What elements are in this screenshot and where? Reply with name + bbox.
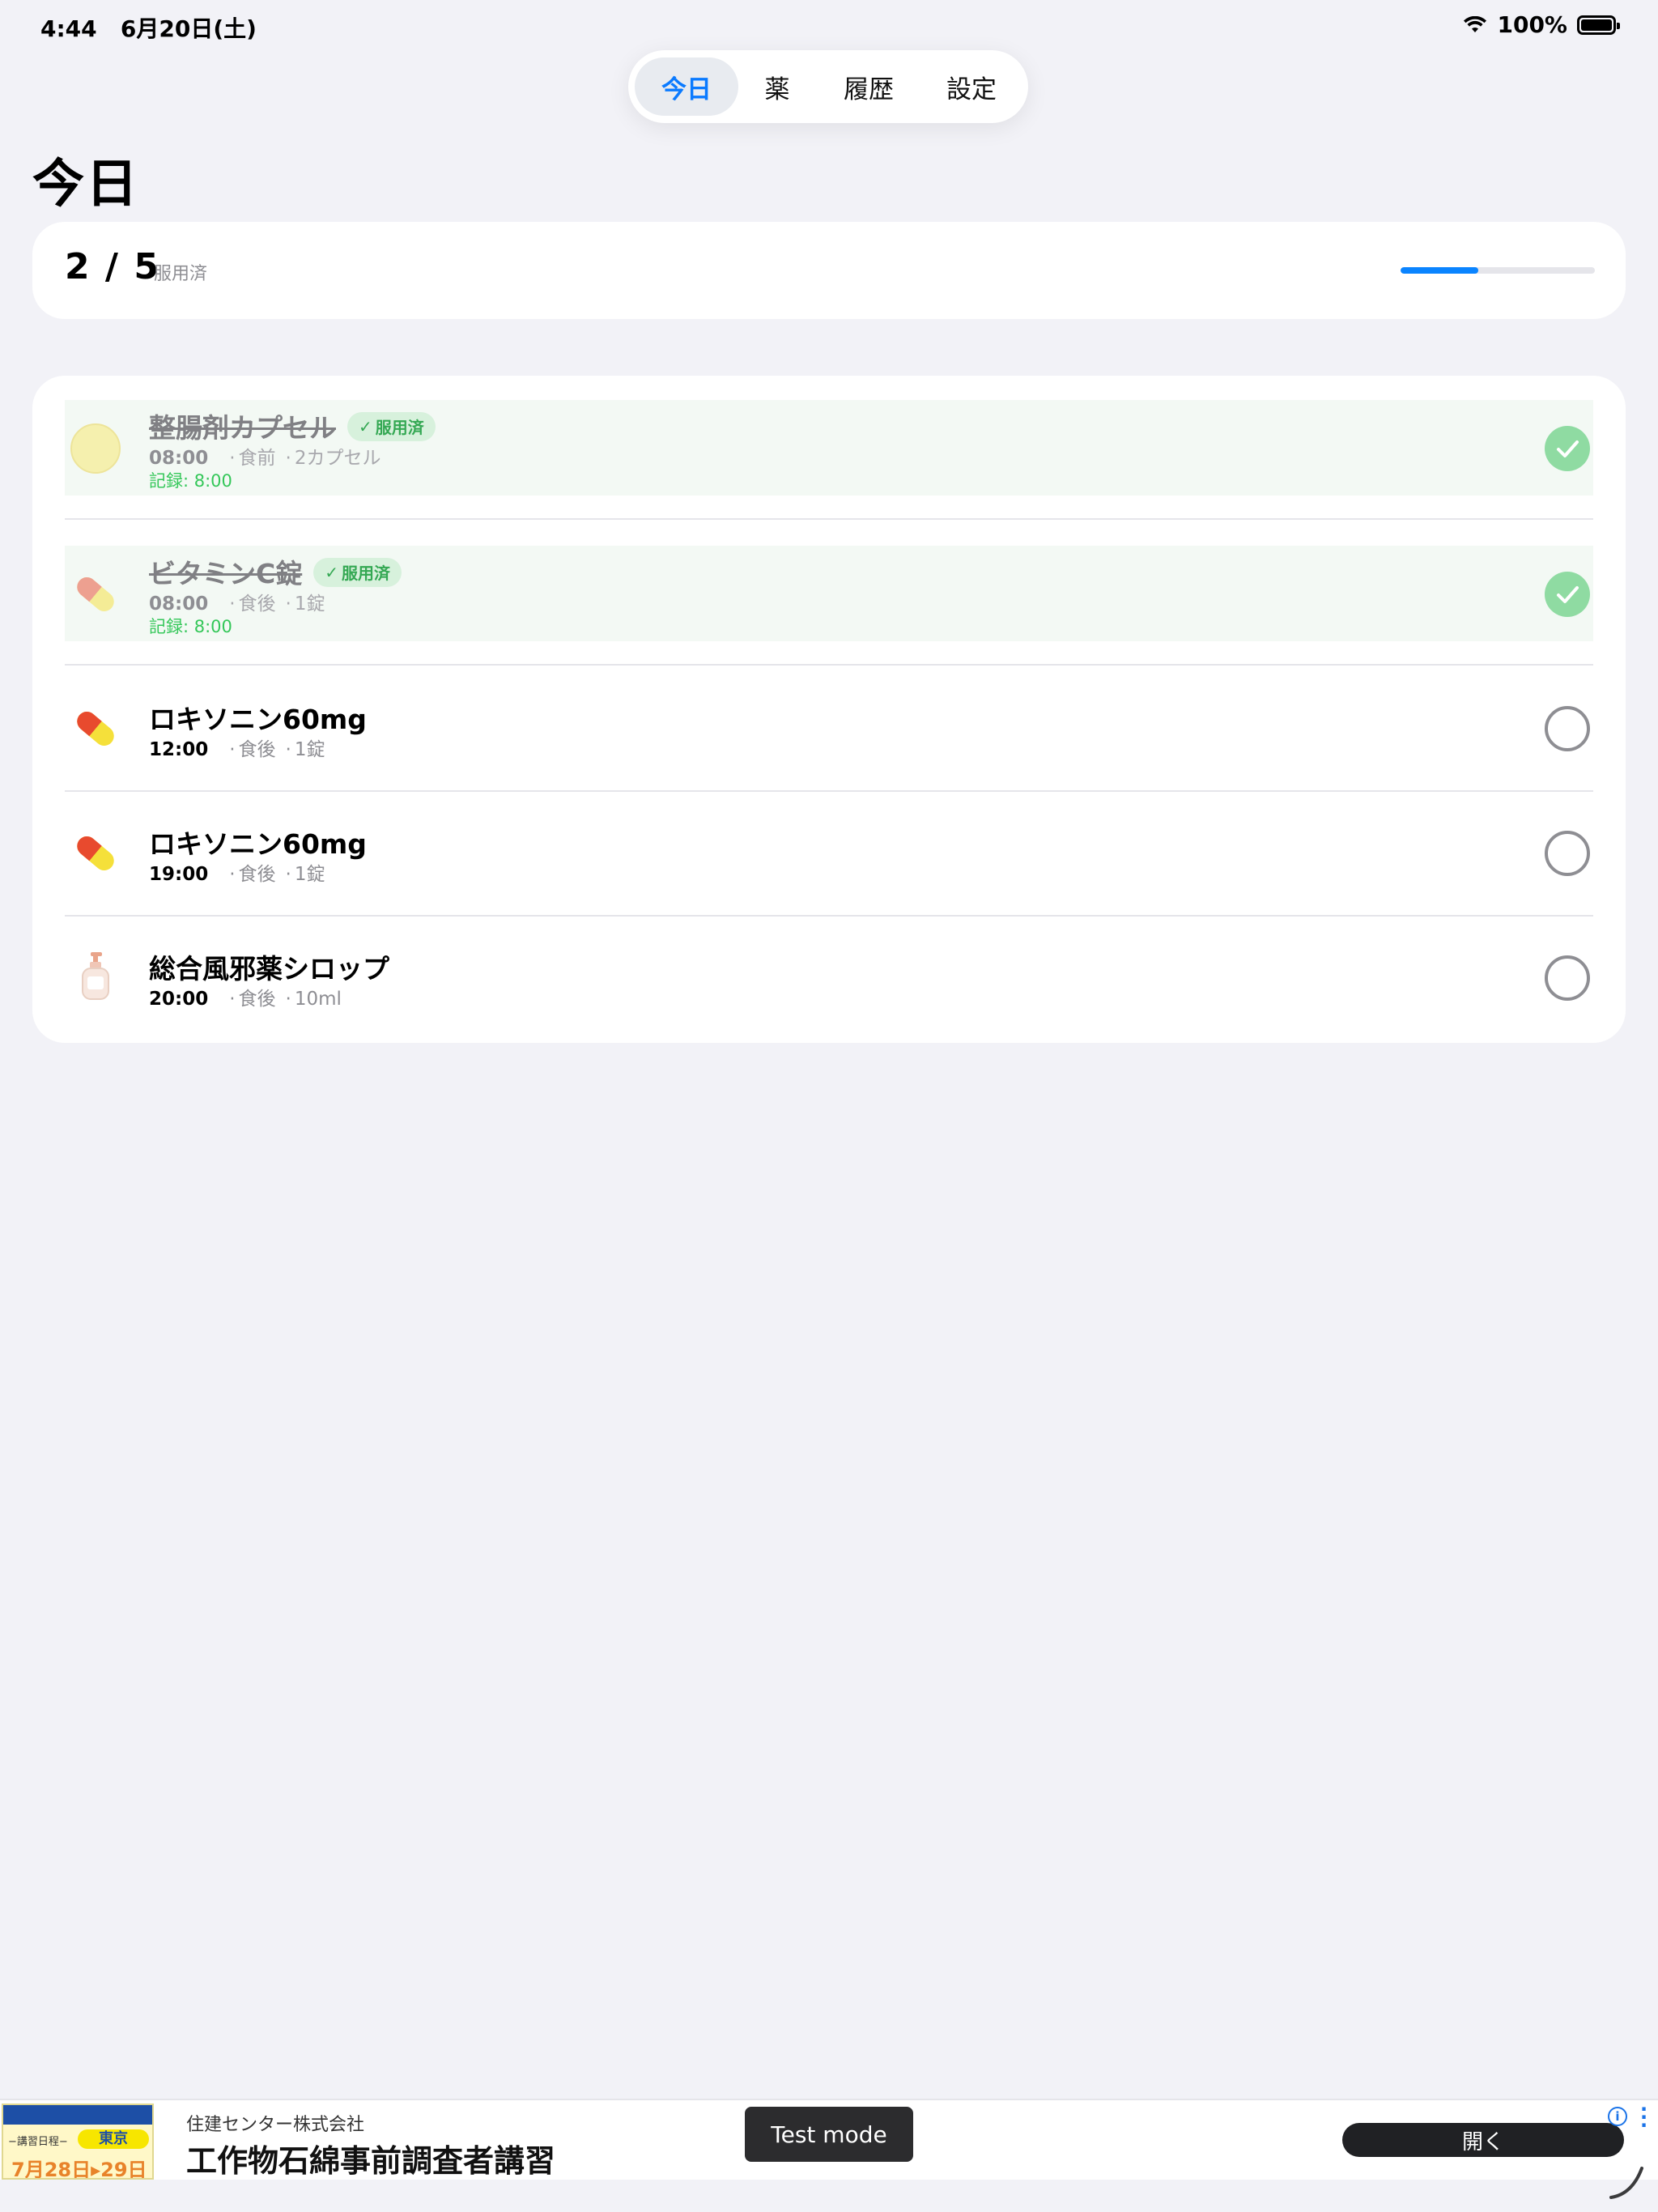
ad-info-icon[interactable]: i	[1608, 2107, 1627, 2126]
ad-headline: 工作物石綿事前調査者講習	[186, 2143, 556, 2179]
ad-image[interactable]: −講習日程− 東京 7月28日▸29日	[2, 2104, 154, 2180]
medication-name: ロキソニン60mg	[149, 828, 367, 860]
taken-check-icon[interactable]	[1545, 426, 1590, 471]
taken-badge: ✓ 服用済	[347, 411, 436, 441]
taken-check-icon[interactable]	[1545, 572, 1590, 617]
pill-icon	[70, 827, 121, 879]
medication-row[interactable]: 総合風邪薬シロップ 20:00 · 食後 · 10ml	[65, 917, 1593, 1041]
wifi-icon	[1464, 15, 1487, 32]
medication-row[interactable]: ロキソニン60mg 12:00 · 食後 · 1錠	[65, 667, 1593, 792]
medication-name: 総合風邪薬シロップ	[149, 953, 389, 985]
battery-percent: 100%	[1497, 11, 1567, 38]
progress-fill	[1401, 267, 1478, 274]
yellow-capsule-icon	[70, 423, 121, 474]
taken-label: 服用済	[154, 264, 208, 284]
ad-menu-icon[interactable]: · · ·	[1640, 2099, 1647, 2135]
medication-meta: 20:00 · 食後 · 10ml	[149, 989, 342, 1010]
battery-icon	[1577, 15, 1620, 35]
page-title: 今日	[32, 155, 139, 215]
medication-name: ビタミンC錠 ✓ 服用済	[149, 552, 402, 591]
record-time: 記録: 8:00	[149, 617, 232, 636]
ad-banner[interactable]: −講習日程− 東京 7月28日▸29日 住建センター株式会社 工作物石綿事前調査…	[0, 2099, 1658, 2180]
taken-badge: ✓ 服用済	[313, 557, 402, 587]
medication-meta: 08:00 · 食後 · 1錠	[149, 593, 325, 615]
ad-image-date: 7月28日▸29日	[11, 2159, 147, 2180]
ad-image-city: 東京	[78, 2129, 149, 2149]
medication-name: 整腸剤カプセル ✓ 服用済	[149, 406, 436, 445]
taken-count: 2 / 5	[65, 246, 160, 287]
untaken-circle-icon[interactable]	[1545, 955, 1590, 1001]
syrup-bottle-icon	[70, 951, 121, 1002]
pill-icon	[70, 703, 121, 755]
progress-bar	[1401, 267, 1595, 274]
tab-medications[interactable]: 薬	[738, 57, 816, 116]
status-time: 4:44 6月20日(土)	[40, 15, 257, 42]
medication-name: ロキソニン60mg	[149, 704, 367, 735]
ad-advertiser: 住建センター株式会社	[186, 2115, 365, 2135]
pill-icon	[70, 568, 121, 620]
status-bar: 4:44 6月20日(土) 100%	[0, 0, 1658, 52]
medication-row[interactable]: ロキソニン60mg 19:00 · 食後 · 1錠	[65, 792, 1593, 917]
medication-meta: 08:00 · 食前 · 2カプセル	[149, 448, 381, 469]
home-indicator-icon	[1609, 2167, 1643, 2199]
ad-image-subtitle: −講習日程−	[8, 2136, 68, 2148]
untaken-circle-icon[interactable]	[1545, 831, 1590, 876]
medication-row[interactable]: ビタミンC錠 ✓ 服用済 08:00 · 食後 · 1錠 記録: 8:00	[65, 546, 1593, 641]
tab-bar: 今日 薬 履歴 設定	[628, 50, 1028, 123]
tab-today[interactable]: 今日	[635, 57, 738, 116]
record-time: 記録: 8:00	[149, 471, 232, 491]
medication-meta: 12:00 · 食後 · 1錠	[149, 739, 325, 760]
tab-history[interactable]: 履歴	[816, 57, 921, 116]
tab-settings[interactable]: 設定	[921, 57, 1022, 116]
medication-row[interactable]: 整腸剤カプセル ✓ 服用済 08:00 · 食前 · 2カプセル 記録: 8:00	[65, 400, 1593, 496]
medication-meta: 19:00 · 食後 · 1錠	[149, 864, 325, 885]
test-mode-label: Test mode	[745, 2107, 913, 2162]
medication-list: 整腸剤カプセル ✓ 服用済 08:00 · 食前 · 2カプセル 記録: 8:00 ビタミ…	[32, 376, 1626, 1043]
untaken-circle-icon[interactable]	[1545, 706, 1590, 751]
ad-open-button[interactable]: 開く	[1342, 2123, 1624, 2157]
status-right: 100%	[1463, 11, 1620, 38]
summary-card: 2 / 5 服用済	[32, 222, 1626, 319]
